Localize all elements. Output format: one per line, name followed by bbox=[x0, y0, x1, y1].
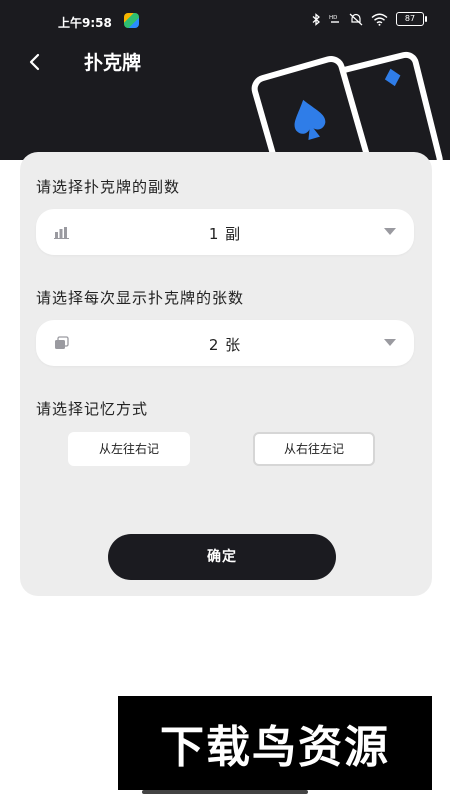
chevron-down-icon bbox=[384, 228, 396, 235]
status-icons: HD 87 bbox=[312, 12, 427, 26]
chevron-down-icon bbox=[384, 339, 396, 346]
confirm-button[interactable]: 确定 bbox=[108, 534, 336, 580]
watermark-text: 下载鸟资源 bbox=[160, 722, 390, 773]
wifi-icon bbox=[371, 13, 388, 26]
hd-icon: HD bbox=[329, 15, 339, 23]
back-button[interactable] bbox=[24, 50, 48, 74]
header: 上午9:58 HD 87 扑克牌 bbox=[0, 0, 450, 160]
bluetooth-icon bbox=[312, 12, 320, 26]
order-left-to-right-button[interactable]: 从左往右记 bbox=[68, 432, 190, 466]
order-right-to-left-button[interactable]: 从右往左记 bbox=[253, 432, 375, 466]
status-time: 上午9:58 bbox=[58, 16, 112, 30]
order-label: 请选择记忆方式 bbox=[36, 400, 149, 418]
playing-cards-icon bbox=[251, 51, 443, 160]
silent-icon bbox=[349, 13, 363, 25]
home-indicator[interactable] bbox=[142, 790, 308, 794]
per-show-value: 2 张 bbox=[208, 336, 242, 354]
colorful-app-icon bbox=[124, 13, 139, 28]
svg-text:HD: HD bbox=[329, 15, 337, 21]
decks-label: 请选择扑克牌的副数 bbox=[36, 178, 181, 196]
watermark-logo: 下载鸟资源 bbox=[118, 696, 432, 790]
decks-value: 1 副 bbox=[208, 225, 242, 243]
per-show-label: 请选择每次显示扑克牌的张数 bbox=[36, 289, 245, 307]
status-bar: 上午9:58 HD 87 bbox=[0, 0, 450, 40]
per-show-select[interactable]: 2 张 bbox=[36, 320, 414, 366]
settings-panel: 请选择扑克牌的副数 1 副 请选择每次显示扑克牌的张数 2 张 请选择记忆方式 … bbox=[20, 152, 432, 596]
chevron-left-icon bbox=[29, 53, 40, 71]
battery-indicator: 87 bbox=[396, 12, 427, 26]
decks-select[interactable]: 1 副 bbox=[36, 209, 414, 255]
page-title: 扑克牌 bbox=[84, 52, 142, 74]
